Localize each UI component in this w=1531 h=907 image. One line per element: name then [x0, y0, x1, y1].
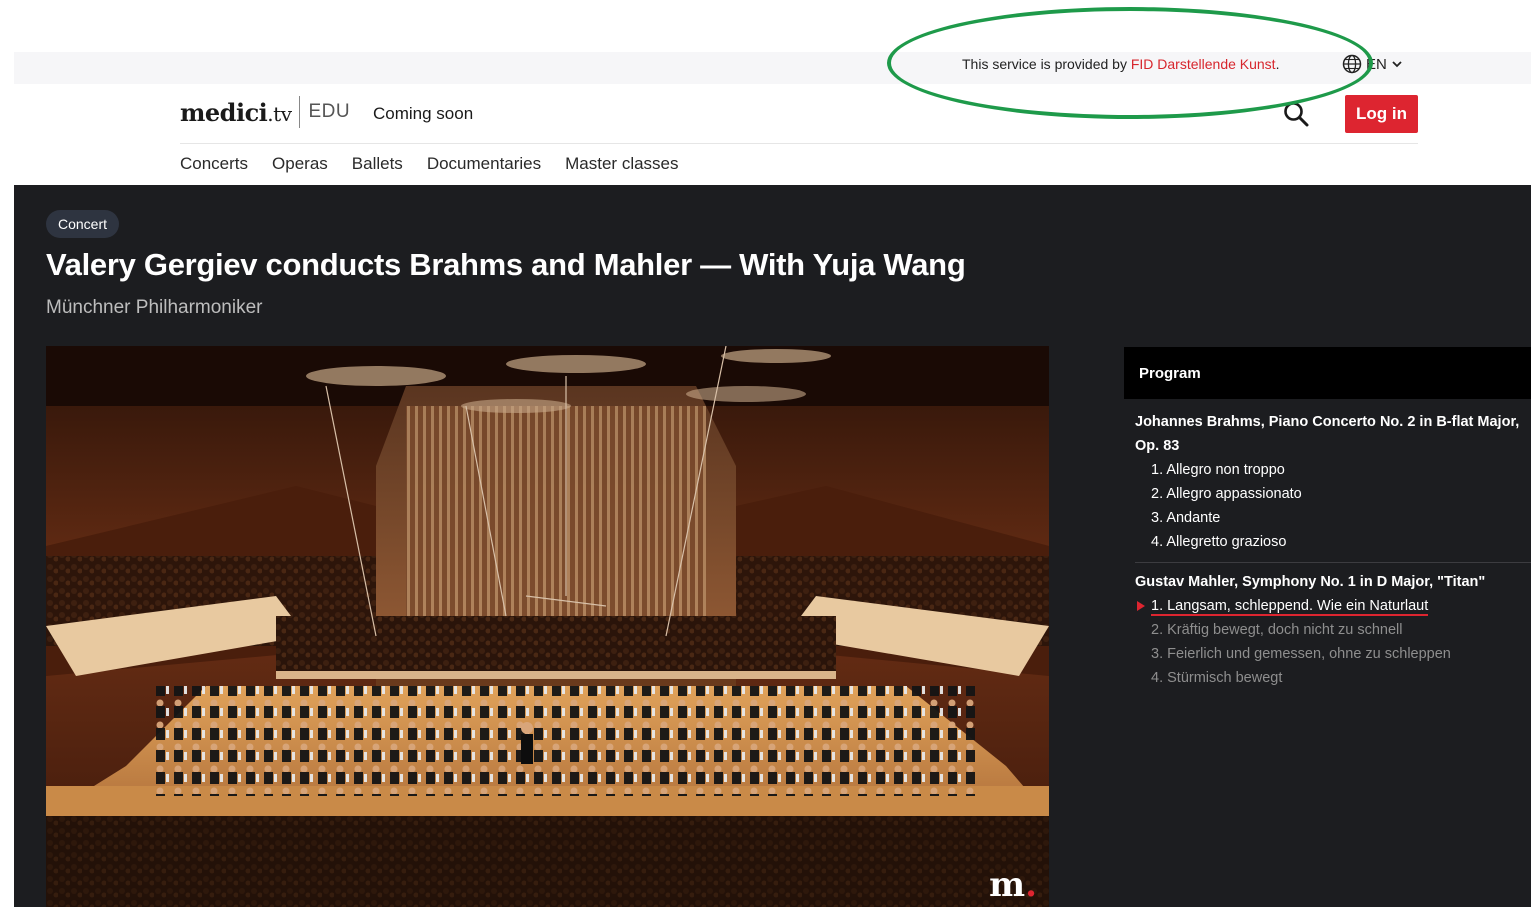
service-notice-prefix: This service is provided by	[962, 56, 1131, 72]
service-bar	[14, 52, 1531, 84]
movement-label: 1. Allegro non troppo	[1151, 462, 1285, 478]
watermark-dot: .	[1025, 865, 1037, 905]
header-divider	[180, 143, 1418, 144]
movement-item-current[interactable]: 1. Langsam, schleppend. Wie ein Naturlau…	[1135, 594, 1531, 618]
now-playing-icon	[1137, 601, 1145, 611]
language-selector[interactable]: EN	[1342, 54, 1403, 74]
movement-label: 4. Allegretto grazioso	[1151, 534, 1287, 550]
watermark-letter: m	[989, 865, 1026, 905]
coming-soon-link[interactable]: Coming soon	[373, 104, 473, 124]
brand-edu: EDU	[308, 101, 351, 122]
globe-icon	[1342, 54, 1362, 74]
concert-hall-image	[46, 346, 1049, 907]
movement-item[interactable]: 4. Stürmisch bewegt	[1135, 666, 1531, 690]
movement-item[interactable]: 4. Allegretto grazioso	[1135, 530, 1531, 554]
service-provider-link[interactable]: FID Darstellende Kunst	[1131, 56, 1276, 72]
nav-item-operas[interactable]: Operas	[272, 154, 328, 174]
medici-watermark: m.	[989, 865, 1037, 905]
nav-item-concerts[interactable]: Concerts	[180, 154, 248, 174]
page: This service is provided by FID Darstell…	[0, 0, 1531, 907]
brand-tv: .tv	[267, 101, 292, 126]
movement-label: 1. Langsam, schleppend. Wie ein Naturlau…	[1151, 598, 1429, 616]
movement-label: 2. Allegro appassionato	[1151, 486, 1302, 502]
nav-item-master-classes[interactable]: Master classes	[565, 154, 678, 174]
brand-name: medici	[180, 97, 268, 127]
brand-divider	[298, 96, 300, 128]
movement-label: 3. Andante	[1151, 510, 1221, 526]
movement-item[interactable]: 1. Allegro non troppo	[1135, 458, 1531, 482]
category-tag[interactable]: Concert	[46, 210, 120, 238]
chevron-down-icon	[1392, 61, 1402, 68]
login-button[interactable]: Log in	[1345, 95, 1418, 133]
video-player[interactable]: m.	[46, 346, 1049, 907]
movement-label: 3. Feierlich und gemessen, ohne zu schle…	[1151, 646, 1451, 662]
movement-item[interactable]: 3. Feierlich und gemessen, ohne zu schle…	[1135, 642, 1531, 666]
page-title: Valery Gergiev conducts Brahms and Mahle…	[46, 247, 966, 282]
service-notice-suffix: .	[1275, 56, 1280, 72]
program-header: Program	[1124, 347, 1531, 399]
movement-item[interactable]: 3. Andante	[1135, 506, 1531, 530]
language-label: EN	[1366, 55, 1387, 73]
program-list: Johannes Brahms, Piano Concerto No. 2 in…	[1135, 410, 1531, 690]
movement-label: 2. Kräftig bewegt, doch nicht zu schnell	[1151, 622, 1403, 638]
medici-logo: medici.tv	[180, 98, 292, 127]
work-divider	[1135, 562, 1531, 563]
service-notice: This service is provided by FID Darstell…	[962, 55, 1279, 73]
movement-list: 1. Langsam, schleppend. Wie ein Naturlau…	[1135, 594, 1531, 690]
work-title: Johannes Brahms, Piano Concerto No. 2 in…	[1135, 414, 1520, 454]
movement-list: 1. Allegro non troppo 2. Allegro appassi…	[1135, 458, 1531, 554]
nav-item-documentaries[interactable]: Documentaries	[427, 154, 541, 174]
brand-logo[interactable]: medici.tv EDU	[180, 95, 350, 129]
performer-name[interactable]: Münchner Philharmoniker	[46, 297, 263, 319]
search-icon	[1284, 102, 1309, 127]
main-nav: Concerts Operas Ballets Documentaries Ma…	[180, 154, 679, 174]
movement-item[interactable]: 2. Kräftig bewegt, doch nicht zu schnell	[1135, 618, 1531, 642]
work-title: Gustav Mahler, Symphony No. 1 in D Major…	[1135, 574, 1486, 590]
movement-label: 4. Stürmisch bewegt	[1151, 670, 1283, 686]
movement-item[interactable]: 2. Allegro appassionato	[1135, 482, 1531, 506]
nav-item-ballets[interactable]: Ballets	[352, 154, 403, 174]
search-button[interactable]	[1282, 100, 1310, 128]
